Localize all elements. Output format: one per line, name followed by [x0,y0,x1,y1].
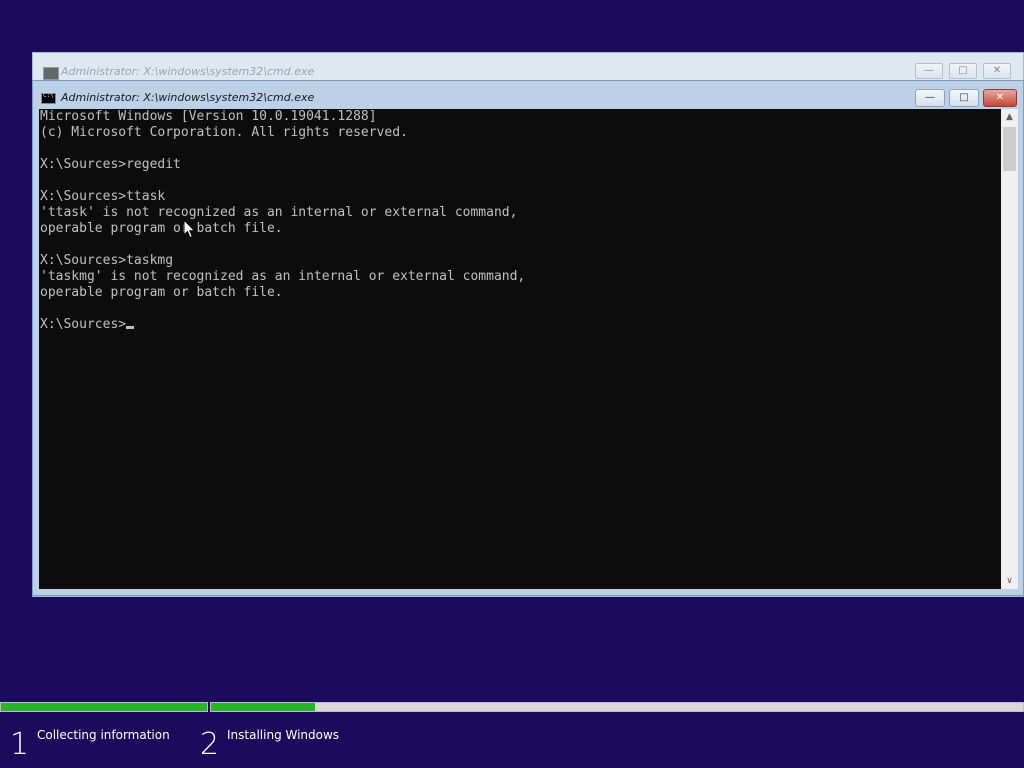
scroll-down-arrow-icon[interactable]: ∨ [1001,573,1018,589]
close-button[interactable]: ✕ [983,89,1017,107]
background-close-button[interactable]: ✕ [983,63,1011,79]
background-minimize-button[interactable]: — [915,63,943,79]
step-label: Collecting information [37,728,170,742]
console-line: operable program or batch file. [40,285,283,300]
step-number: 1 [10,727,30,762]
window-title: Administrator: X:\windows\system32\cmd.e… [61,91,315,104]
step-label: Installing Windows [227,728,340,742]
console-line: (c) Microsoft Corporation. All rights re… [40,125,408,140]
console-line: 'ttask' is not recognized as an internal… [40,205,518,220]
console-line: X:\Sources>taskmg [40,253,174,268]
progress-segment-1 [0,702,208,712]
progress-fill-1 [1,703,207,711]
console-output[interactable]: Microsoft Windows [Version 10.0.19041.12… [39,109,1001,589]
maximize-button[interactable]: □ [949,89,979,107]
setup-progress-bar [0,702,1024,712]
console-line: operable program or batch file. [40,221,283,236]
window-titlebar[interactable]: Administrator: X:\windows\system32\cmd.e… [33,81,1023,109]
minimize-button[interactable]: — [915,89,945,107]
progress-segment-2 [210,702,1024,712]
mouse-pointer-icon [183,218,196,239]
progress-fill-2 [211,703,315,711]
cmd-console-icon [43,67,59,80]
console-prompt: X:\Sources> [40,317,127,332]
background-maximize-button[interactable]: □ [949,63,977,79]
cmd-window[interactable]: Administrator: X:\windows\system32\cmd.e… [32,80,1024,596]
text-caret [126,326,135,329]
scroll-thumb[interactable] [1003,127,1016,171]
console-line: X:\Sources>ttask [40,189,166,204]
cmd-console-icon [41,92,56,104]
step-number: 2 [200,727,220,762]
scroll-up-arrow-icon[interactable]: ▲ [1001,109,1018,125]
setup-desktop: Administrator: X:\windows\system32\cmd.e… [0,0,1024,768]
console-line: X:\Sources>regedit [40,157,181,172]
console-line: 'taskmg' is not recognized as an interna… [40,269,526,284]
background-window-title: Administrator: X:\windows\system32\cmd.e… [61,65,315,78]
console-line: Microsoft Windows [Version 10.0.19041.12… [40,109,377,124]
vertical-scrollbar[interactable]: ▲ ∨ [1001,109,1018,589]
